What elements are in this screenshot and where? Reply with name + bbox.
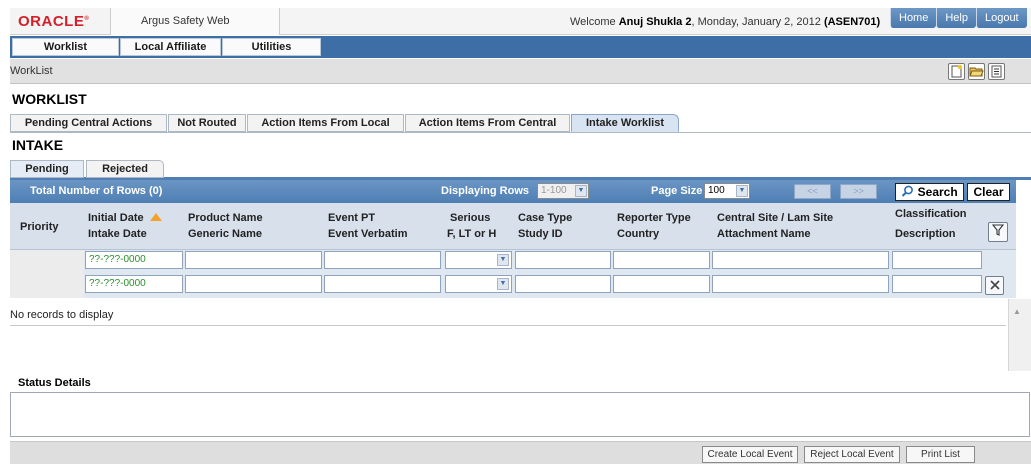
col-priority[interactable]: Priority <box>20 220 59 235</box>
records-area: No records to display <box>10 304 1006 326</box>
welcome-text: Welcome Anuj Shukla 2, Monday, January 2… <box>570 16 881 28</box>
worklist-tabs-line <box>10 132 1031 133</box>
grid-toolbar: Total Number of Rows (0) Displaying Rows… <box>10 180 1016 203</box>
col-initial-date[interactable]: Initial Date <box>88 211 162 226</box>
col-study-id[interactable]: Study ID <box>518 227 563 242</box>
toolbar-label: WorkList <box>10 65 53 77</box>
menu-worklist[interactable]: Worklist <box>12 38 119 56</box>
priority-filter-cell <box>10 250 84 298</box>
col-product-name[interactable]: Product Name <box>188 211 263 226</box>
list-view-icon[interactable] <box>988 63 1005 80</box>
col-serious-flt[interactable]: F, LT or H <box>447 227 496 242</box>
filter-button[interactable] <box>988 222 1008 242</box>
col-central-site[interactable]: Central Site / Lam Site <box>717 211 833 226</box>
worklist-title: WORKLIST <box>12 91 87 107</box>
intake-title: INTAKE <box>12 137 64 153</box>
home-link[interactable]: Home <box>890 8 937 28</box>
next-page-button[interactable]: >> <box>840 184 877 199</box>
main-menu: Worklist Local Affiliate Utilities <box>10 36 1031 58</box>
scroll-up-icon[interactable]: ▲ <box>1013 307 1021 316</box>
serious-flt-filter-select[interactable]: ▼ <box>445 275 512 293</box>
tab-rejected[interactable]: Rejected <box>86 160 164 178</box>
initial-date-from-input[interactable]: ??-???-0000 <box>85 251 183 269</box>
search-icon <box>902 185 914 197</box>
chevron-down-icon: ▼ <box>497 278 509 290</box>
study-id-filter[interactable] <box>515 275 611 293</box>
tab-action-items-from-central[interactable]: Action Items From Central <box>405 114 570 132</box>
new-document-icon[interactable] <box>948 63 965 80</box>
grid-header: Priority Initial Date Intake Date Produc… <box>10 203 1016 250</box>
col-classification[interactable]: Classification <box>895 207 967 222</box>
clear-filter-button[interactable] <box>985 276 1004 295</box>
initial-date-to-input[interactable]: ??-???-0000 <box>85 275 183 293</box>
col-intake-date[interactable]: Intake Date <box>88 227 147 242</box>
event-verbatim-filter[interactable] <box>324 275 441 293</box>
worklist-toolbar: WorkList <box>10 59 1031 84</box>
col-attachment-name[interactable]: Attachment Name <box>717 227 811 242</box>
sort-ascending-icon <box>149 213 162 221</box>
chevron-down-icon: ▼ <box>736 185 748 197</box>
displaying-rows-label: Displaying Rows <box>441 185 530 197</box>
displaying-rows-select[interactable]: 1-100 ▼ <box>537 183 589 199</box>
create-local-event-button[interactable]: Create Local Event <box>702 446 798 463</box>
page-size-select[interactable]: 100 ▼ <box>704 183 750 199</box>
col-generic-name[interactable]: Generic Name <box>188 227 262 242</box>
logout-link[interactable]: Logout <box>975 8 1027 28</box>
tab-pending[interactable]: Pending <box>10 160 84 178</box>
tab-pending-central-actions[interactable]: Pending Central Actions <box>10 114 167 132</box>
print-list-button[interactable]: Print List <box>906 446 975 463</box>
search-button[interactable]: Search <box>895 183 964 201</box>
col-event-verbatim[interactable]: Event Verbatim <box>328 227 407 242</box>
col-reporter-type[interactable]: Reporter Type <box>617 211 691 226</box>
col-description[interactable]: Description <box>895 227 956 242</box>
oracle-logo: ORACLE® <box>18 13 90 30</box>
reporter-type-filter[interactable] <box>613 251 710 269</box>
status-details-label: Status Details <box>18 377 91 389</box>
tab-action-items-from-local[interactable]: Action Items From Local <box>247 114 404 132</box>
total-rows-label: Total Number of Rows (0) <box>30 185 163 197</box>
status-details-box <box>10 392 1030 437</box>
left-gutter <box>0 59 10 464</box>
case-type-filter[interactable] <box>515 251 611 269</box>
page-size-label: Page Size <box>651 185 703 197</box>
event-pt-filter[interactable] <box>324 251 441 269</box>
menu-local-affiliate[interactable]: Local Affiliate <box>120 38 221 56</box>
col-case-type[interactable]: Case Type <box>518 211 572 226</box>
empty-grid-message: No records to display <box>10 309 114 321</box>
reject-local-event-button[interactable]: Reject Local Event <box>804 446 900 463</box>
product-name-filter[interactable] <box>185 251 322 269</box>
chevron-down-icon: ▼ <box>497 254 509 266</box>
open-folder-icon[interactable] <box>968 63 985 80</box>
serious-filter-select[interactable]: ▼ <box>445 251 512 269</box>
description-filter[interactable] <box>892 275 982 293</box>
app-name: Argus Safety Web <box>110 8 280 35</box>
col-country[interactable]: Country <box>617 227 659 242</box>
site-code: (ASEN701) <box>823 16 881 28</box>
user-name: Anuj Shukla 2 <box>618 16 692 28</box>
attachment-name-filter[interactable] <box>712 275 889 293</box>
chevron-down-icon: ▼ <box>575 185 587 197</box>
tab-intake-worklist[interactable]: Intake Worklist <box>571 114 679 132</box>
help-link[interactable]: Help <box>936 8 976 28</box>
tab-not-routed[interactable]: Not Routed <box>168 114 246 132</box>
country-filter[interactable] <box>613 275 710 293</box>
filter-rows: ??-???-0000 ▼ ??-???-0000 ▼ <box>10 250 1016 298</box>
top-links: Home Help Logout <box>890 8 1027 30</box>
central-site-filter[interactable] <box>712 251 889 269</box>
prev-page-button[interactable]: << <box>794 184 831 199</box>
clear-button[interactable]: Clear <box>967 183 1010 201</box>
close-icon <box>989 280 1000 290</box>
classification-filter[interactable] <box>892 251 982 269</box>
filter-icon <box>991 224 1005 236</box>
col-event-pt[interactable]: Event PT <box>328 211 375 226</box>
menu-utilities[interactable]: Utilities <box>222 38 321 56</box>
footer-bar: Create Local Event Reject Local Event Pr… <box>10 441 1031 464</box>
top-header: ORACLE® Argus Safety Web Welcome Anuj Sh… <box>10 8 1031 35</box>
generic-name-filter[interactable] <box>185 275 322 293</box>
col-serious[interactable]: Serious <box>450 211 490 226</box>
grid-scrollbar[interactable]: ▲ <box>1008 299 1031 371</box>
